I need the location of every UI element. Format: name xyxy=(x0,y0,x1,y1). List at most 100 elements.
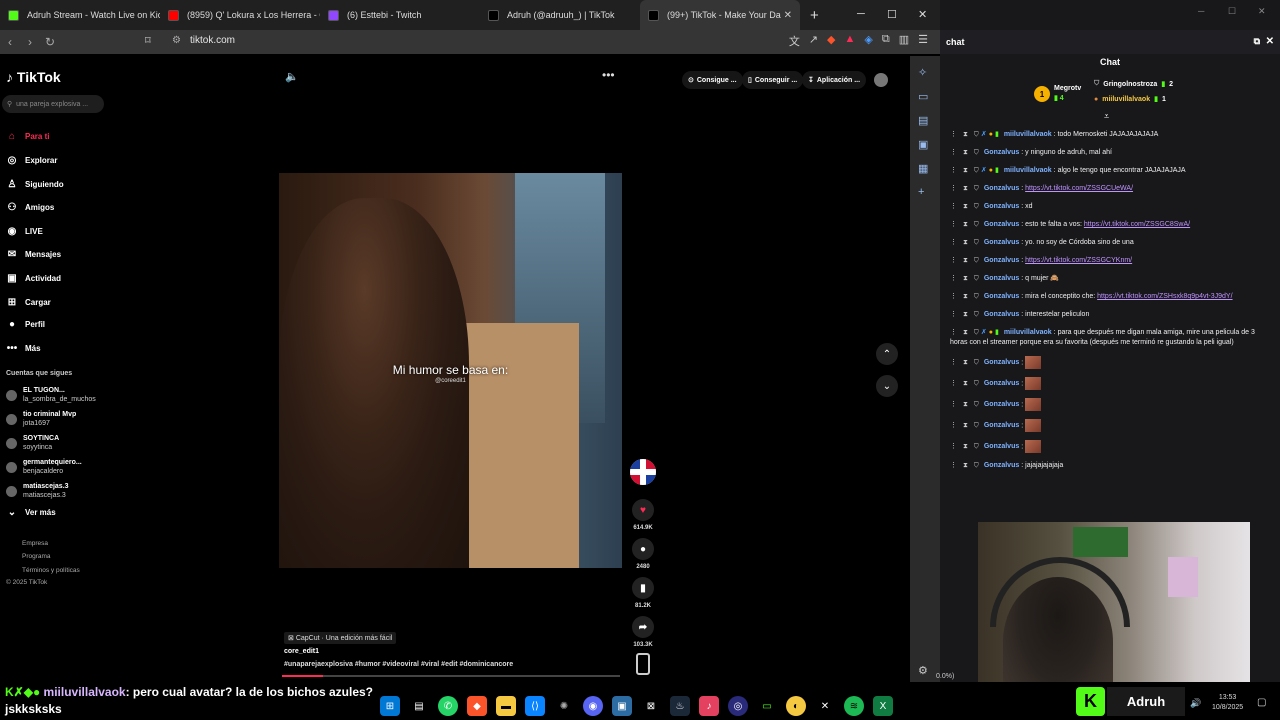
windows-start-icon[interactable]: ⊞ xyxy=(380,696,400,716)
nav-item-amigos[interactable]: ⚇ Amigos xyxy=(6,202,55,213)
nav-item-para-ti[interactable]: ⌂ Para ti xyxy=(6,131,50,142)
chat-username[interactable]: Gonzalvus xyxy=(984,422,1019,429)
tiktok-app-icon[interactable]: ♪ xyxy=(699,696,719,716)
download-app-button[interactable]: ↧ Aplicación ... xyxy=(802,71,867,89)
followed-account[interactable]: tio criminal Mvp jota1697 xyxy=(6,410,76,428)
new-tab-icon[interactable]: + xyxy=(810,7,819,24)
tiktok-logo[interactable]: ♪ TikTok xyxy=(6,69,61,85)
close-tab-icon[interactable]: ✕ xyxy=(784,10,792,21)
brave-icon[interactable]: ◆ xyxy=(467,696,487,716)
rewards-icon[interactable]: ▲ xyxy=(845,33,856,49)
add-sidebar-icon[interactable]: + xyxy=(918,186,924,198)
site-info-icon[interactable]: ⚙ xyxy=(172,35,181,46)
chat-message[interactable]: ⋮ ⧗ ⛉ Gonzalvus: xyxy=(940,394,1280,415)
browser-tab[interactable]: (8959) Q' Lokura x Los Herrera - CA xyxy=(160,0,320,30)
see-more-link[interactable]: ⌄ Ver más xyxy=(6,507,56,518)
sidebar-icon[interactable]: ▥ xyxy=(899,33,909,49)
followed-account[interactable]: germantequiero... benjacaldero xyxy=(6,458,82,476)
nav-item-explorar[interactable]: ◎ Explorar xyxy=(6,155,58,166)
video-player[interactable]: Mi humor se basa en: @coreedit1 xyxy=(279,173,622,568)
chat-username[interactable]: Gonzalvus xyxy=(984,221,1019,228)
chat-username[interactable]: Gonzalvus xyxy=(984,185,1019,192)
expand-icon[interactable]: ⩡ xyxy=(1104,111,1109,122)
chat-window-maximize[interactable]: ☐ xyxy=(1228,6,1236,17)
nav-item-perfil[interactable]: ● Perfil xyxy=(6,319,45,330)
nav-item-siguiendo[interactable]: ♙ Siguiendo xyxy=(6,179,64,190)
excel-icon[interactable]: X xyxy=(873,696,893,716)
chat-message[interactable]: ⋮ ⧗ ⛉ Gonzalvus: esto te falta a vos: htt… xyxy=(940,216,1280,234)
app-yellow-icon[interactable]: ◐ xyxy=(786,696,806,716)
minimize-icon[interactable]: ─ xyxy=(857,8,865,20)
chat-message[interactable]: ⋮ ⧗ ⛉ Gonzalvus: jajajajajajaja xyxy=(940,457,1280,475)
chat-link[interactable]: https://vt.tiktok.com/ZSHsxk8q9p4vt-3J9d… xyxy=(1097,293,1232,300)
history-icon[interactable]: ▦ xyxy=(918,162,928,175)
chat-username[interactable]: Gonzalvus xyxy=(984,462,1019,469)
video-hashtags[interactable]: #unaparejaexplosiva #humor #videoviral #… xyxy=(284,661,513,668)
notification-icon[interactable]: ▢ xyxy=(1257,697,1266,708)
browser-tab[interactable]: (6) Esttebi - Twitch xyxy=(320,0,480,30)
footer-link[interactable]: Programa xyxy=(22,553,51,560)
followed-account[interactable]: SOYTINCA soyytinca xyxy=(6,434,59,452)
footer-link[interactable]: Términos y políticas xyxy=(22,567,80,574)
capcut-icon-2[interactable]: ✕ xyxy=(815,696,835,716)
chat-message[interactable]: ⋮ ⧗ ⛉ Gonzalvus: interestelar peliculon xyxy=(940,306,1280,324)
obs-icon[interactable]: ◎ xyxy=(728,696,748,716)
reading-list-icon[interactable]: ▭ xyxy=(918,90,928,103)
close-chat-icon[interactable]: ✕ xyxy=(1266,36,1274,47)
wallet-icon[interactable]: ◈ xyxy=(864,33,872,49)
search-input[interactable]: ⚲ una pareja explosiva ... xyxy=(2,95,104,113)
video-music[interactable]: ⊠ CapCut · Una edición más fácil xyxy=(284,632,397,644)
nav-item-live[interactable]: ◉ LIVE xyxy=(6,226,43,237)
wallet-sidebar-icon[interactable]: ▤ xyxy=(918,114,928,127)
chat-message[interactable]: ⋮ ⧗ ⛉ Gonzalvus: y ninguno de adruh, mal … xyxy=(940,144,1280,162)
chat-username[interactable]: Gonzalvus xyxy=(984,275,1019,282)
more-options-icon[interactable]: ••• xyxy=(602,68,615,82)
system-clock[interactable]: 13:53 10/8/2025 xyxy=(1212,693,1243,713)
bookmarks-sidebar-icon[interactable]: ▣ xyxy=(918,138,928,151)
browser-tab[interactable]: (99+) TikTok - Make Your Da ✕ xyxy=(640,0,800,30)
maximize-icon[interactable]: ☐ xyxy=(887,8,897,21)
brave-shield-icon[interactable]: ◆ xyxy=(827,33,835,49)
sidebar-settings-icon[interactable]: ⚙ xyxy=(918,664,928,677)
chat-username[interactable]: Gonzalvus xyxy=(984,311,1019,318)
followed-account[interactable]: EL TUGON... la_sombra_de_muchos xyxy=(6,386,96,404)
chat-window-close[interactable]: ✕ xyxy=(1258,6,1266,17)
nav-item-actividad[interactable]: ▣ Actividad xyxy=(6,273,61,284)
url-field[interactable]: tiktok.com xyxy=(190,35,235,46)
nav-item-más[interactable]: ••• Más xyxy=(6,343,41,354)
prev-video-button[interactable]: ⌃ xyxy=(876,343,898,365)
chat-message[interactable]: ⋮ ⧗ ⛉ Gonzalvus: q mujer 🙈 xyxy=(940,270,1280,288)
chat-link[interactable]: https://vt.tiktok.com/ZSSGC8SwA/ xyxy=(1084,221,1190,228)
user-avatar[interactable] xyxy=(874,73,888,87)
chat-message[interactable]: ⋮ ⧗ ⛉ Gonzalvus: xd xyxy=(940,198,1280,216)
chat-link[interactable]: https://vt.tiktok.com/ZSSGCYKnm/ xyxy=(1025,257,1132,264)
followed-account[interactable]: matiascejas.3 matiascejas.3 xyxy=(6,482,69,500)
chat-message[interactable]: ⋮ ⧗ ⛉ Gonzalvus: https://vt.tiktok.com/ZS… xyxy=(940,252,1280,270)
chat-window-minimize[interactable]: ─ xyxy=(1198,6,1204,16)
bookmark-icon[interactable]: ⌑ xyxy=(145,34,151,47)
footer-link[interactable]: Empresa xyxy=(22,540,48,547)
chat-username[interactable]: Gonzalvus xyxy=(984,443,1019,450)
discord-icon[interactable]: ◉ xyxy=(583,696,603,716)
chat-username[interactable]: miiluvillalvaok xyxy=(1004,167,1052,174)
chat-username[interactable]: Gonzalvus xyxy=(984,401,1019,408)
chat-message[interactable]: ⋮ ⧗ ⛉ Gonzalvus: xyxy=(940,436,1280,457)
menu-icon[interactable]: ☰ xyxy=(918,33,928,49)
capcut-app-icon[interactable]: ⊠ xyxy=(641,696,661,716)
browser-tab[interactable]: Adruh (@adruuh_) | TikTok xyxy=(480,0,640,30)
leaderboard-third[interactable]: ● miiluvillalvaok ▮ 1 xyxy=(1094,95,1166,104)
chat-username[interactable]: miiluvillalvaok xyxy=(1004,131,1052,138)
get-app-button[interactable]: ▯ Conseguir ... xyxy=(742,71,804,89)
nav-item-mensajes[interactable]: ✉ Mensajes xyxy=(6,249,61,260)
spotify-icon[interactable]: ≋ xyxy=(844,696,864,716)
chat-message[interactable]: ⋮ ⧗ ⛉✗●▮ miiluvillalvaok: todo Mernosketi… xyxy=(940,126,1280,144)
chat-username[interactable]: Gonzalvus xyxy=(984,239,1019,246)
chat-message[interactable]: ⋮ ⧗ ⛉ Gonzalvus: xyxy=(940,415,1280,436)
steam-icon[interactable]: ♨ xyxy=(670,696,690,716)
chat-username[interactable]: Gonzalvus xyxy=(984,359,1019,366)
close-window-icon[interactable]: ✕ xyxy=(918,8,927,21)
chat-username[interactable]: Gonzalvus xyxy=(984,293,1019,300)
leo-ai-icon[interactable]: ✧ xyxy=(918,66,927,79)
chatgpt-icon[interactable]: ✺ xyxy=(554,696,574,716)
extensions-icon[interactable]: ⧉ xyxy=(882,33,890,49)
